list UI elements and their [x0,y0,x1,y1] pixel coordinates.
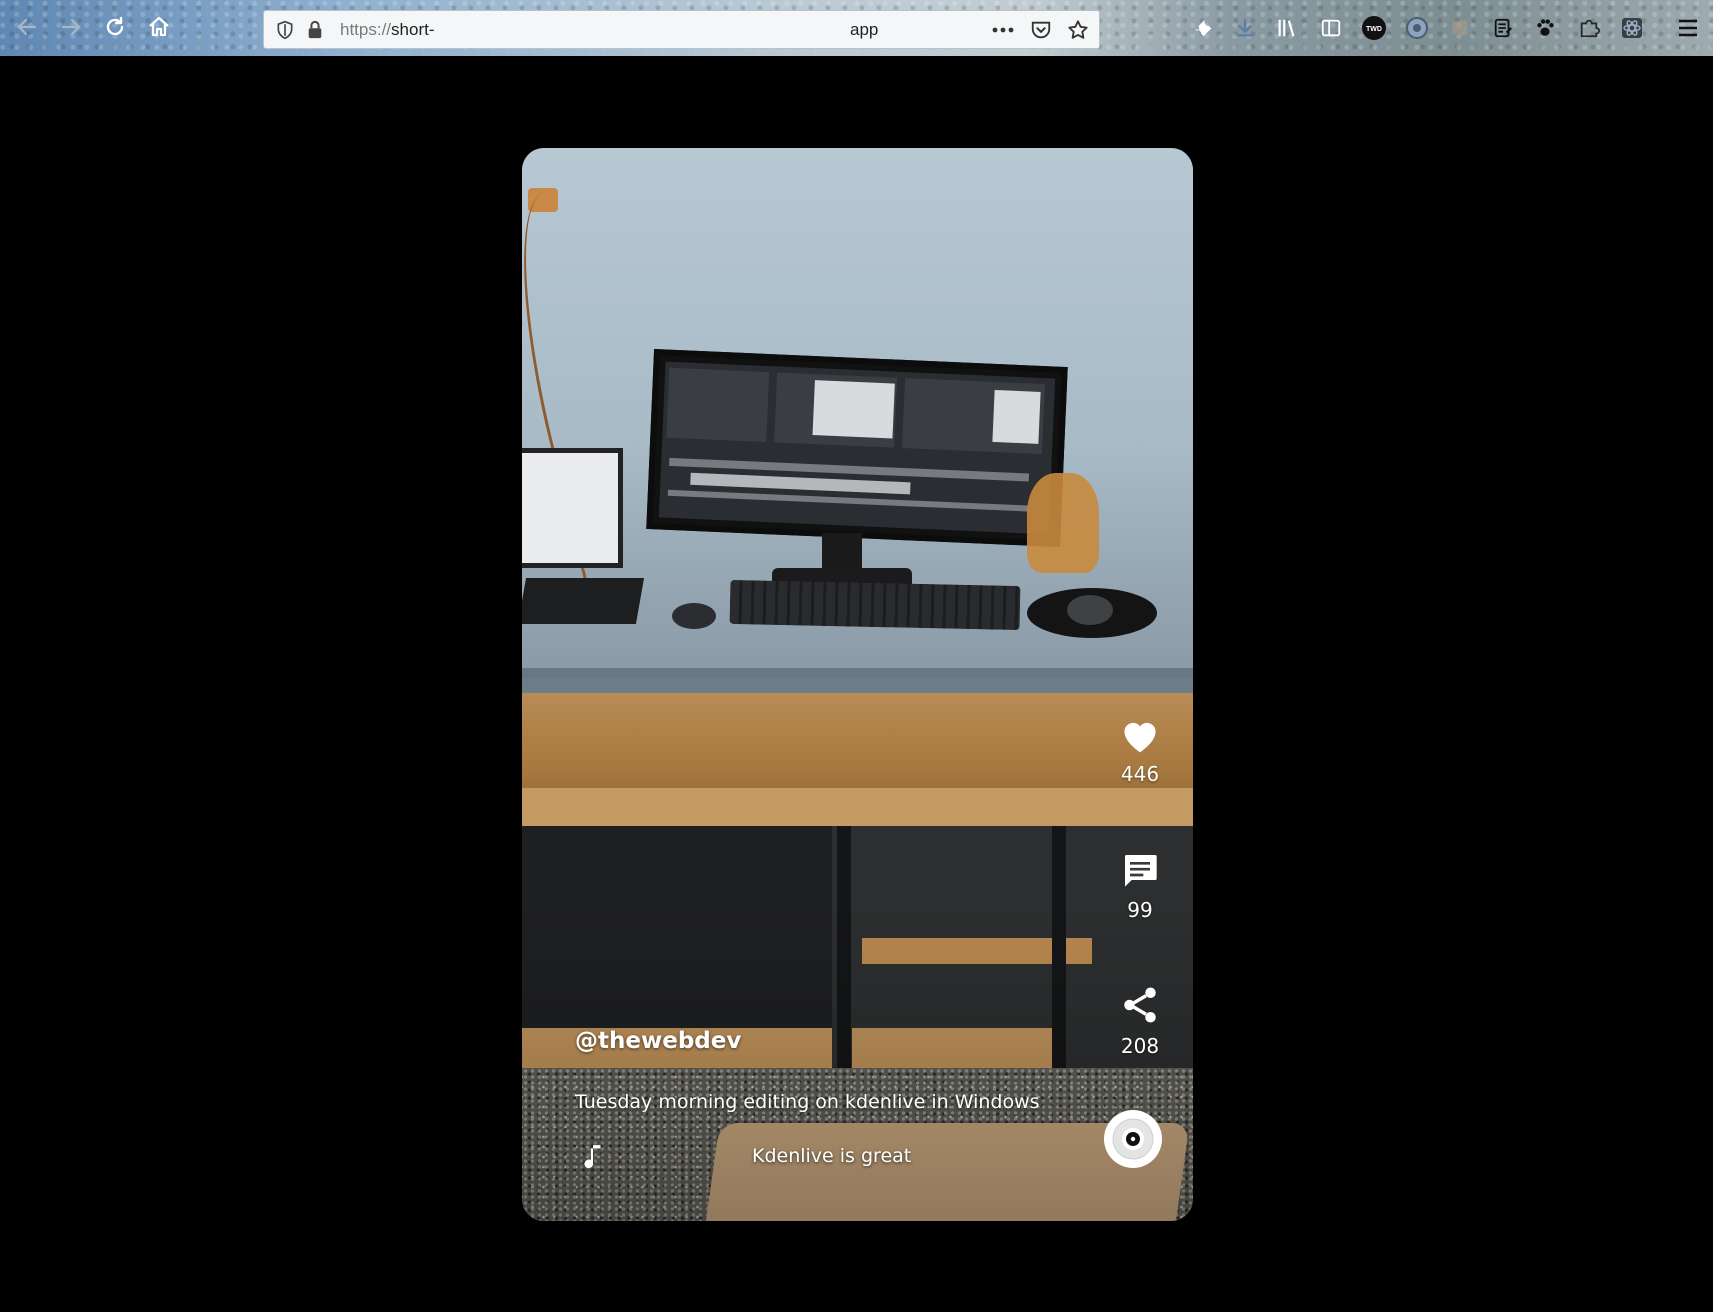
twd-badge-text: TWD [1366,26,1382,33]
video-caption: Tuesday morning editing on kdenlive in W… [575,1091,1040,1113]
url-scheme: https:// [340,20,392,39]
pocket-icon[interactable] [1028,17,1054,43]
record-disc-button[interactable] [1104,1110,1162,1168]
like-button[interactable]: 446 [1105,716,1175,786]
paw-icon[interactable] [1530,13,1560,43]
share-button[interactable]: 208 [1105,984,1175,1058]
extension-circle-icon[interactable] [1402,13,1432,43]
more-dots-icon[interactable] [990,17,1016,43]
url-host-start: short- [391,20,435,39]
browser-toolbar: https://short- app TWD [0,0,1713,56]
arrow-right-icon [61,18,81,36]
share-icon [1124,987,1156,1023]
library-icon[interactable] [1272,13,1302,43]
comment-icon [1125,855,1157,887]
song-title: Kdenlive is great [752,1145,912,1167]
shield-icon[interactable] [272,17,298,43]
home-icon [149,16,169,37]
url-host-end: app [850,20,879,39]
puzzle-icon[interactable] [1574,13,1604,43]
url-bar[interactable]: https://short- app [263,10,1100,49]
video-card[interactable]: 446 99 208 @thewebdev Tuesday morning ed… [522,148,1193,1221]
reload-button[interactable] [98,10,132,44]
home-button[interactable] [142,10,176,44]
share-count: 208 [1120,1034,1160,1058]
reload-icon [106,16,124,36]
like-count: 446 [1120,762,1160,786]
wrench-icon[interactable] [1188,13,1218,43]
music-note-icon [584,1145,601,1169]
react-devtools-icon[interactable] [1617,13,1647,43]
extension-square-icon[interactable] [1445,13,1475,43]
comment-button[interactable]: 99 [1105,850,1175,922]
vinyl-record-icon [1109,1115,1157,1163]
download-icon[interactable] [1230,13,1260,43]
hamburger-menu-icon[interactable] [1673,13,1703,43]
bookmark-star-icon[interactable] [1065,17,1091,43]
sidebar-icon[interactable] [1316,13,1346,43]
lock-icon[interactable] [302,17,328,43]
forward-button[interactable] [54,10,88,44]
arrow-left-icon [17,18,37,36]
video-username[interactable]: @thewebdev [575,1028,741,1054]
comment-count: 99 [1127,898,1153,922]
back-button[interactable] [10,10,44,44]
twd-badge-icon[interactable]: TWD [1359,13,1389,43]
url-text[interactable]: https://short- [340,20,435,40]
video-frame [522,148,1193,1221]
heart-icon [1124,722,1156,753]
notes-icon[interactable] [1488,13,1518,43]
